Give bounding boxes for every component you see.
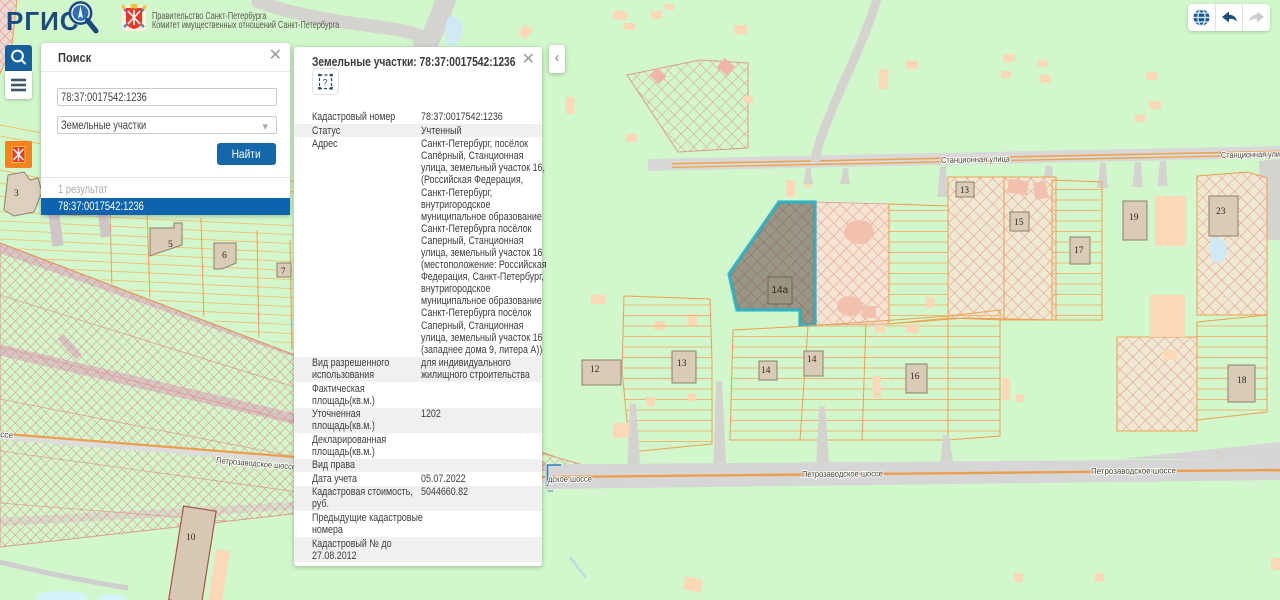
svg-text:РГИС: РГИС: [6, 6, 80, 36]
svg-text:10: 10: [186, 533, 196, 543]
svg-text:3: 3: [14, 189, 19, 199]
svg-text:16: 16: [910, 372, 920, 382]
svg-text:13: 13: [960, 185, 970, 195]
svg-text:5: 5: [168, 240, 173, 250]
svg-text:14: 14: [807, 355, 817, 365]
svg-text:18: 18: [1237, 376, 1247, 386]
svg-text:Станционная ули: Станционная ули: [1221, 149, 1280, 160]
svg-text:14а: 14а: [772, 285, 789, 296]
svg-text:12: 12: [590, 365, 600, 375]
svg-text:дское шоссе: дское шоссе: [548, 474, 592, 484]
svg-text:7: 7: [281, 266, 286, 276]
svg-text:Петрозаводское шоссе: Петрозаводское шоссе: [1091, 465, 1176, 476]
svg-text:Петрозаводское шоссе: Петрозаводское шоссе: [802, 468, 883, 479]
svg-text:ссе: ссе: [0, 429, 14, 440]
svg-text:15: 15: [1014, 218, 1024, 228]
svg-text:?: ?: [323, 78, 328, 88]
svg-text:19: 19: [1129, 213, 1139, 223]
svg-text:6: 6: [222, 251, 227, 261]
svg-text:13: 13: [677, 359, 687, 369]
svg-text:14: 14: [761, 366, 771, 376]
svg-text:23: 23: [1216, 207, 1226, 217]
svg-text:Станционная улица: Станционная улица: [941, 154, 1010, 165]
svg-text:17: 17: [1074, 246, 1084, 256]
